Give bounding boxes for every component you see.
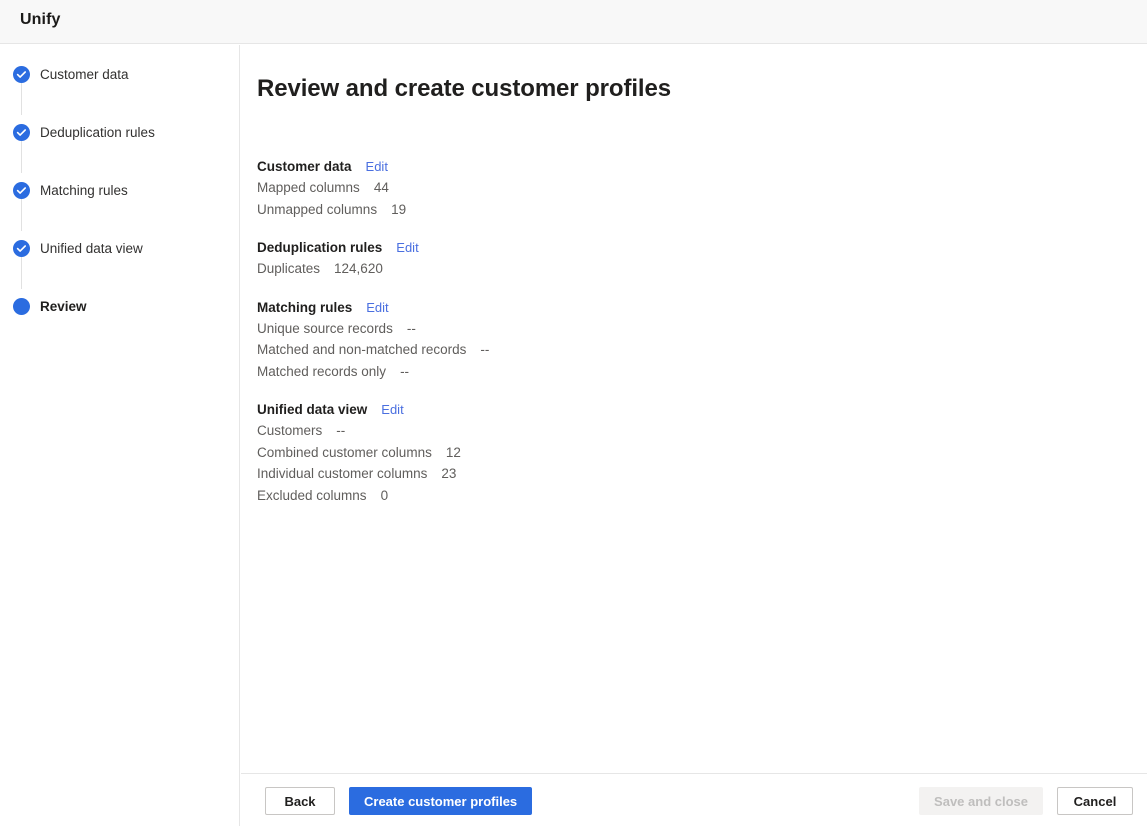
- summary-row-value: 124,620: [334, 258, 383, 280]
- footer-right-actions: Save and close Cancel: [919, 787, 1133, 815]
- summary-row-label: Excluded columns: [257, 485, 367, 507]
- summary-row: Matched and non-matched records --: [257, 339, 857, 361]
- summary-row-value: --: [407, 318, 416, 340]
- summary-row: Customers --: [257, 420, 857, 442]
- sidebar-step-label: Review: [40, 299, 87, 314]
- summary-row: Excluded columns 0: [257, 485, 857, 507]
- page-title: Review and create customer profiles: [257, 75, 671, 103]
- sidebar-step-review[interactable]: Review: [0, 277, 240, 335]
- app-title: Unify: [20, 11, 61, 29]
- summary-row-value: 44: [374, 177, 389, 199]
- summary-group: Deduplication rules Edit Duplicates 124,620: [257, 240, 857, 280]
- step-connector-line: [21, 198, 22, 231]
- summary-row-value: 19: [391, 199, 406, 221]
- sidebar-step-matching-rules[interactable]: Matching rules: [0, 161, 240, 219]
- cancel-button[interactable]: Cancel: [1057, 787, 1133, 815]
- edit-link[interactable]: Edit: [366, 300, 388, 315]
- summary-row-label: Combined customer columns: [257, 442, 432, 464]
- summary-row: Duplicates 124,620: [257, 258, 857, 280]
- summary-row: Matched records only --: [257, 361, 857, 383]
- app-header: Unify: [0, 0, 1147, 44]
- create-customer-profiles-button[interactable]: Create customer profiles: [349, 787, 532, 815]
- summary-row-label: Matched and non-matched records: [257, 339, 466, 361]
- wizard-footer: Back Create customer profiles Save and c…: [241, 773, 1147, 826]
- back-button[interactable]: Back: [265, 787, 335, 815]
- footer-left-actions: Back Create customer profiles: [265, 787, 532, 815]
- summary-row: Mapped columns 44: [257, 177, 857, 199]
- save-and-close-button: Save and close: [919, 787, 1043, 815]
- step-connector-line: [21, 140, 22, 173]
- summary-group-header: Unified data view Edit: [257, 402, 857, 417]
- sidebar-step-deduplication-rules[interactable]: Deduplication rules: [0, 103, 240, 161]
- summary-group-header: Deduplication rules Edit: [257, 240, 857, 255]
- sidebar-step-label: Unified data view: [40, 241, 143, 256]
- edit-link[interactable]: Edit: [366, 159, 388, 174]
- wizard-sidebar: Customer data Deduplication rules Matching…: [0, 45, 240, 826]
- app-window: Unify Customer data Deduplication rules Ma…: [0, 0, 1147, 826]
- summary-group-title: Matching rules: [257, 300, 352, 315]
- summary-group-header: Customer data Edit: [257, 159, 857, 174]
- summary-row-value: 12: [446, 442, 461, 464]
- summary-group: Customer data Edit Mapped columns 44Unmappe…: [257, 159, 857, 220]
- summary-row: Individual customer columns 23: [257, 463, 857, 485]
- edit-link[interactable]: Edit: [381, 402, 403, 417]
- review-summary: Customer data Edit Mapped columns 44Unmappe…: [257, 159, 857, 506]
- summary-row: Unique source records --: [257, 318, 857, 340]
- summary-row-label: Duplicates: [257, 258, 320, 280]
- summary-row-label: Individual customer columns: [257, 463, 427, 485]
- summary-row: Unmapped columns 19: [257, 199, 857, 221]
- summary-group-title: Unified data view: [257, 402, 367, 417]
- edit-link[interactable]: Edit: [396, 240, 418, 255]
- main-content: Review and create customer profiles Cust…: [241, 45, 1147, 773]
- summary-row-value: --: [336, 420, 345, 442]
- summary-row-label: Unique source records: [257, 318, 393, 340]
- step-connector-line: [21, 82, 22, 115]
- summary-group-header: Matching rules Edit: [257, 300, 857, 315]
- summary-row-label: Unmapped columns: [257, 199, 377, 221]
- sidebar-step-customer-data[interactable]: Customer data: [0, 45, 240, 103]
- summary-group-title: Customer data: [257, 159, 352, 174]
- check-icon: [13, 182, 30, 199]
- step-connector-line: [21, 256, 22, 289]
- summary-group: Matching rulesEditUnique source records-…: [257, 300, 857, 383]
- summary-row-value: --: [480, 339, 489, 361]
- sidebar-step-label: Customer data: [40, 67, 129, 82]
- sidebar-step-label: Matching rules: [40, 183, 128, 198]
- summary-row-value: 0: [381, 485, 389, 507]
- summary-row-value: --: [400, 361, 409, 383]
- check-icon: [13, 124, 30, 141]
- wizard-step-list: Customer data Deduplication rules Matching…: [0, 45, 240, 335]
- summary-row: Combined customer columns 12: [257, 442, 857, 464]
- check-icon: [13, 240, 30, 257]
- summary-row-label: Customers: [257, 420, 322, 442]
- summary-row-label: Mapped columns: [257, 177, 360, 199]
- sidebar-step-label: Deduplication rules: [40, 125, 155, 140]
- summary-group-title: Deduplication rules: [257, 240, 382, 255]
- summary-group: Unified data view Edit Customers --Combined…: [257, 402, 857, 506]
- sidebar-step-unified-data-view[interactable]: Unified data view: [0, 219, 240, 277]
- summary-row-value: 23: [441, 463, 456, 485]
- check-icon: [13, 66, 30, 83]
- filled-dot-icon: [13, 298, 30, 315]
- summary-row-label: Matched records only: [257, 361, 386, 383]
